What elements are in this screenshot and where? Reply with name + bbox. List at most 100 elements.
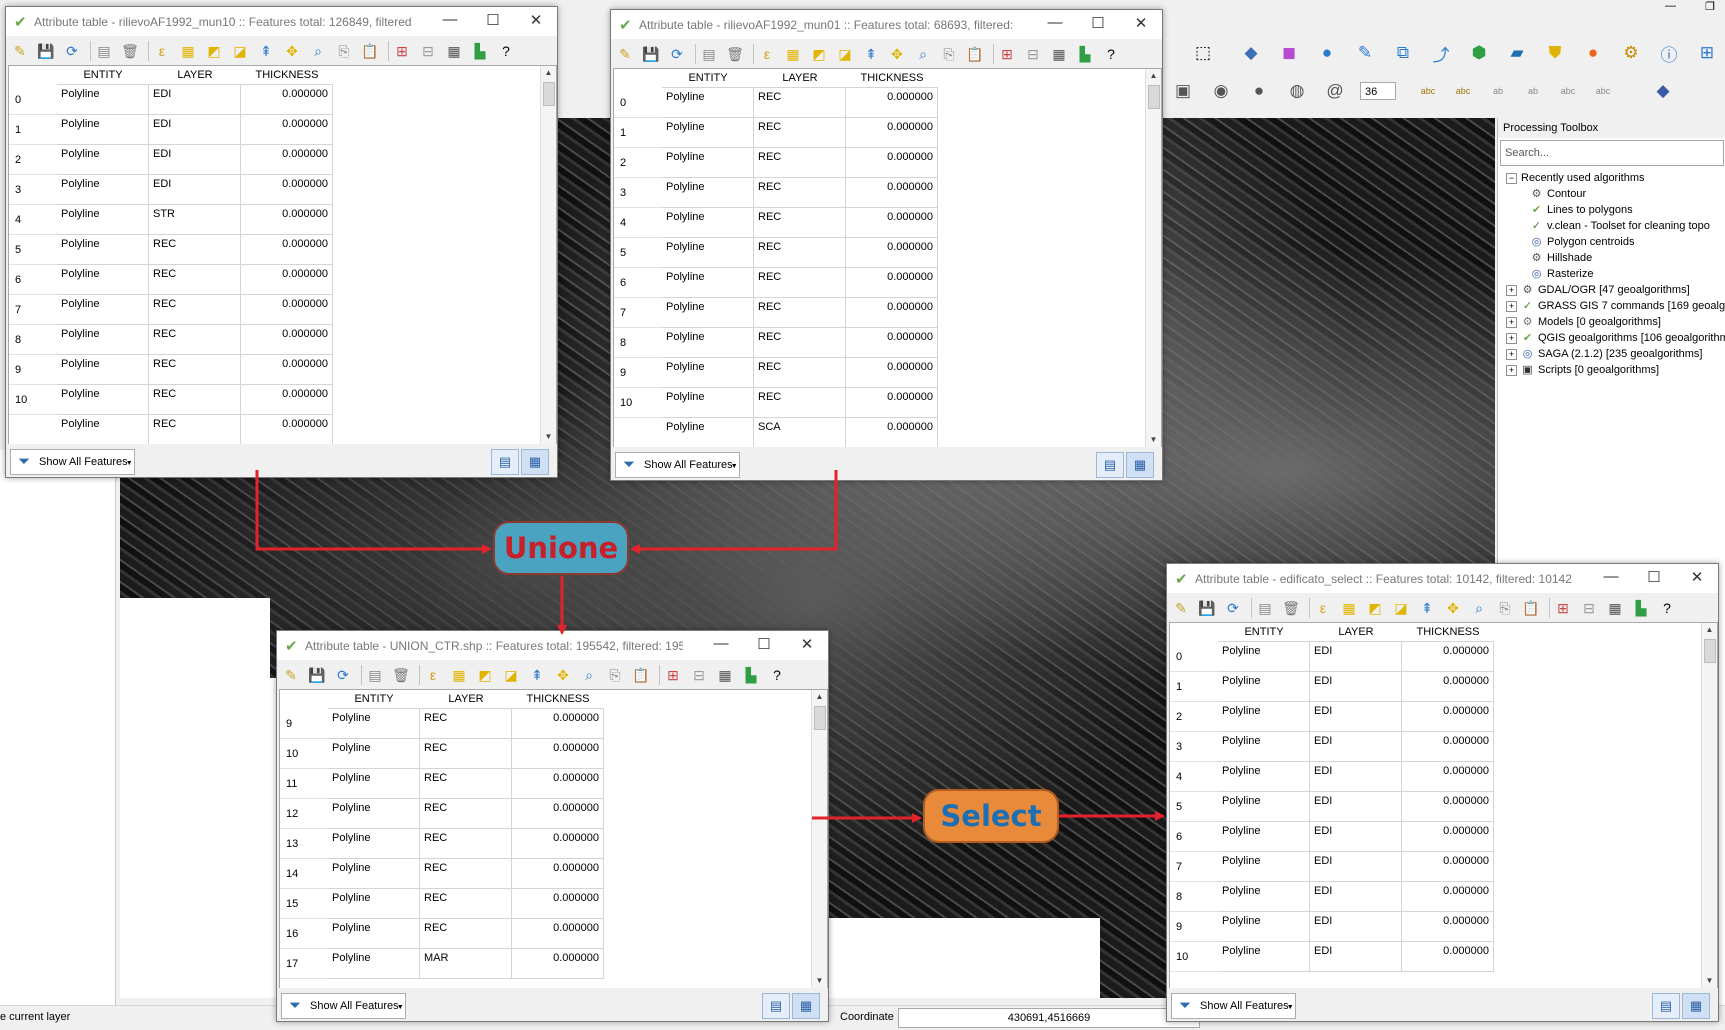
- table-cell-layer[interactable]: REC: [754, 268, 846, 298]
- show-all-features-button[interactable]: ⏷ Show All Features ▼: [1171, 993, 1296, 1019]
- scroll-up-icon[interactable]: ▲: [812, 690, 827, 704]
- table-cell-layer[interactable]: EDI: [1310, 942, 1402, 972]
- table-cell-entity[interactable]: Polyline: [1218, 912, 1310, 942]
- table-cell-thickness[interactable]: 0.000000: [241, 115, 333, 145]
- table-cell-thickness[interactable]: 0.000000: [1402, 852, 1494, 882]
- table-cell-layer[interactable]: REC: [420, 919, 512, 949]
- paste-icon[interactable]: 📋: [631, 665, 651, 685]
- table-row[interactable]: 8 Polyline EDI 0.000000: [1170, 882, 1701, 912]
- table-view-icon[interactable]: ▦: [792, 993, 820, 1019]
- table-cell-thickness[interactable]: 0.000000: [1402, 912, 1494, 942]
- form-view-icon[interactable]: ▤: [762, 993, 790, 1019]
- delete-field-icon[interactable]: ⊟: [1579, 598, 1599, 618]
- column-header[interactable]: ENTITY: [1218, 623, 1310, 642]
- table-row[interactable]: Polyline SCA 0.000000: [614, 418, 1145, 447]
- table-row[interactable]: 9 Polyline REC 0.000000: [280, 709, 811, 739]
- table-cell-entity[interactable]: Polyline: [57, 415, 149, 444]
- table-cell-entity[interactable]: Polyline: [662, 238, 754, 268]
- select-expression-icon[interactable]: ε: [1313, 598, 1333, 618]
- paste-icon[interactable]: 📋: [360, 41, 380, 61]
- maximize-icon[interactable]: ☐: [1089, 14, 1107, 32]
- field-calculator-icon[interactable]: ▦: [715, 665, 735, 685]
- row-number[interactable]: 2: [9, 145, 57, 175]
- table-cell-layer[interactable]: REC: [754, 358, 846, 388]
- row-number[interactable]: 17: [280, 949, 328, 979]
- expand-icon[interactable]: +: [1506, 316, 1517, 328]
- table-cell-layer[interactable]: EDI: [1310, 672, 1402, 702]
- attribute-grid[interactable]: ENTITY LAYER THICKNESS 0 Polyline EDI 0.000000…: [8, 65, 557, 445]
- row-number[interactable]: 0: [1170, 642, 1218, 672]
- table-row[interactable]: 6 Polyline REC 0.000000: [9, 265, 540, 295]
- column-header[interactable]: THICKNESS: [846, 69, 938, 88]
- table-row[interactable]: 0 Polyline EDI 0.000000: [1170, 642, 1701, 672]
- table-cell-layer[interactable]: EDI: [1310, 702, 1402, 732]
- table-cell-layer[interactable]: EDI: [1310, 792, 1402, 822]
- select-expression-icon[interactable]: ε: [757, 44, 777, 64]
- table-cell-layer[interactable]: EDI: [1310, 912, 1402, 942]
- table-cell-layer[interactable]: REC: [754, 388, 846, 418]
- expand-icon[interactable]: +: [1506, 332, 1517, 344]
- deselect-icon[interactable]: ◪: [835, 44, 855, 64]
- table-cell-entity[interactable]: Polyline: [662, 268, 754, 298]
- move-top-icon[interactable]: ⇞: [861, 44, 881, 64]
- table-cell-entity[interactable]: Polyline: [57, 235, 149, 265]
- add-feature-icon[interactable]: ▤: [365, 665, 385, 685]
- column-header[interactable]: LAYER: [754, 69, 846, 88]
- move-top-icon[interactable]: ⇞: [256, 41, 276, 61]
- zoom-selection-icon[interactable]: ⌕: [913, 44, 933, 64]
- toolbox-tree-item[interactable]: + ✓ GRASS GIS 7 commands [169 geoalgo: [1498, 298, 1725, 314]
- table-cell-thickness[interactable]: 0.000000: [512, 739, 604, 769]
- edit-pencil-icon[interactable]: ✎: [10, 41, 30, 61]
- reload-icon[interactable]: ⟳: [1223, 598, 1243, 618]
- table-cell-layer[interactable]: REC: [420, 859, 512, 889]
- table-cell-entity[interactable]: Polyline: [1218, 852, 1310, 882]
- show-all-features-button[interactable]: ⏷ Show All Features ▼: [281, 993, 406, 1019]
- table-cell-entity[interactable]: Polyline: [1218, 642, 1310, 672]
- row-number[interactable]: 16: [280, 919, 328, 949]
- table-cell-entity[interactable]: Polyline: [328, 739, 420, 769]
- table-cell-thickness[interactable]: 0.000000: [512, 769, 604, 799]
- table-row[interactable]: 10 Polyline REC 0.000000: [9, 385, 540, 415]
- toolbox-tree-item[interactable]: ⚙ Contour: [1498, 186, 1725, 202]
- row-number[interactable]: 4: [9, 205, 57, 235]
- move-top-icon[interactable]: ⇞: [527, 665, 547, 685]
- table-row[interactable]: 13 Polyline REC 0.000000: [280, 829, 811, 859]
- new-field-icon[interactable]: ⊞: [1553, 598, 1573, 618]
- table-cell-layer[interactable]: REC: [420, 769, 512, 799]
- invert-selection-icon[interactable]: ◩: [1365, 598, 1385, 618]
- save-edits-icon[interactable]: 💾: [641, 44, 661, 64]
- row-number[interactable]: 3: [1170, 732, 1218, 762]
- circle-icon[interactable]: ●: [1246, 78, 1272, 104]
- table-cell-layer[interactable]: REC: [149, 325, 241, 355]
- table-cell-thickness[interactable]: 0.000000: [1402, 762, 1494, 792]
- table-cell-layer[interactable]: MAR: [420, 949, 512, 979]
- label-tool-4[interactable]: ab: [1520, 78, 1546, 104]
- table-cell-entity[interactable]: Polyline: [662, 328, 754, 358]
- table-cell-entity[interactable]: Polyline: [328, 919, 420, 949]
- new-field-icon[interactable]: ⊞: [997, 44, 1017, 64]
- table-row[interactable]: 17 Polyline MAR 0.000000: [280, 949, 811, 979]
- table-cell-entity[interactable]: Polyline: [662, 298, 754, 328]
- row-number[interactable]: 9: [1170, 912, 1218, 942]
- scroll-thumb[interactable]: [1704, 639, 1716, 663]
- table-cell-layer[interactable]: REC: [149, 385, 241, 415]
- table-row[interactable]: 0 Polyline EDI 0.000000: [9, 85, 540, 115]
- table-cell-layer[interactable]: REC: [754, 148, 846, 178]
- row-number[interactable]: 13: [280, 829, 328, 859]
- table-row[interactable]: 4 Polyline STR 0.000000: [9, 205, 540, 235]
- toolbox-tree-item[interactable]: + ⚙ Models [0 geoalgorithms]: [1498, 314, 1725, 330]
- pin-icon[interactable]: ◆: [1650, 78, 1676, 104]
- deselect-icon[interactable]: ◪: [501, 665, 521, 685]
- delete-feature-icon[interactable]: 🗑: [725, 44, 745, 64]
- table-row[interactable]: 5 Polyline EDI 0.000000: [1170, 792, 1701, 822]
- table-cell-entity[interactable]: Polyline: [57, 115, 149, 145]
- delete-feature-icon[interactable]: 🗑: [391, 665, 411, 685]
- maximize-icon[interactable]: ☐: [484, 11, 502, 29]
- table-cell-layer[interactable]: REC: [149, 415, 241, 444]
- row-number[interactable]: 1: [9, 115, 57, 145]
- table-cell-entity[interactable]: Polyline: [662, 358, 754, 388]
- gear-icon[interactable]: ⚙: [1618, 40, 1644, 66]
- row-number[interactable]: 8: [1170, 882, 1218, 912]
- toolbox-tree-item[interactable]: ⚙ Hillshade: [1498, 250, 1725, 266]
- conditional-format-icon[interactable]: ▙: [741, 665, 761, 685]
